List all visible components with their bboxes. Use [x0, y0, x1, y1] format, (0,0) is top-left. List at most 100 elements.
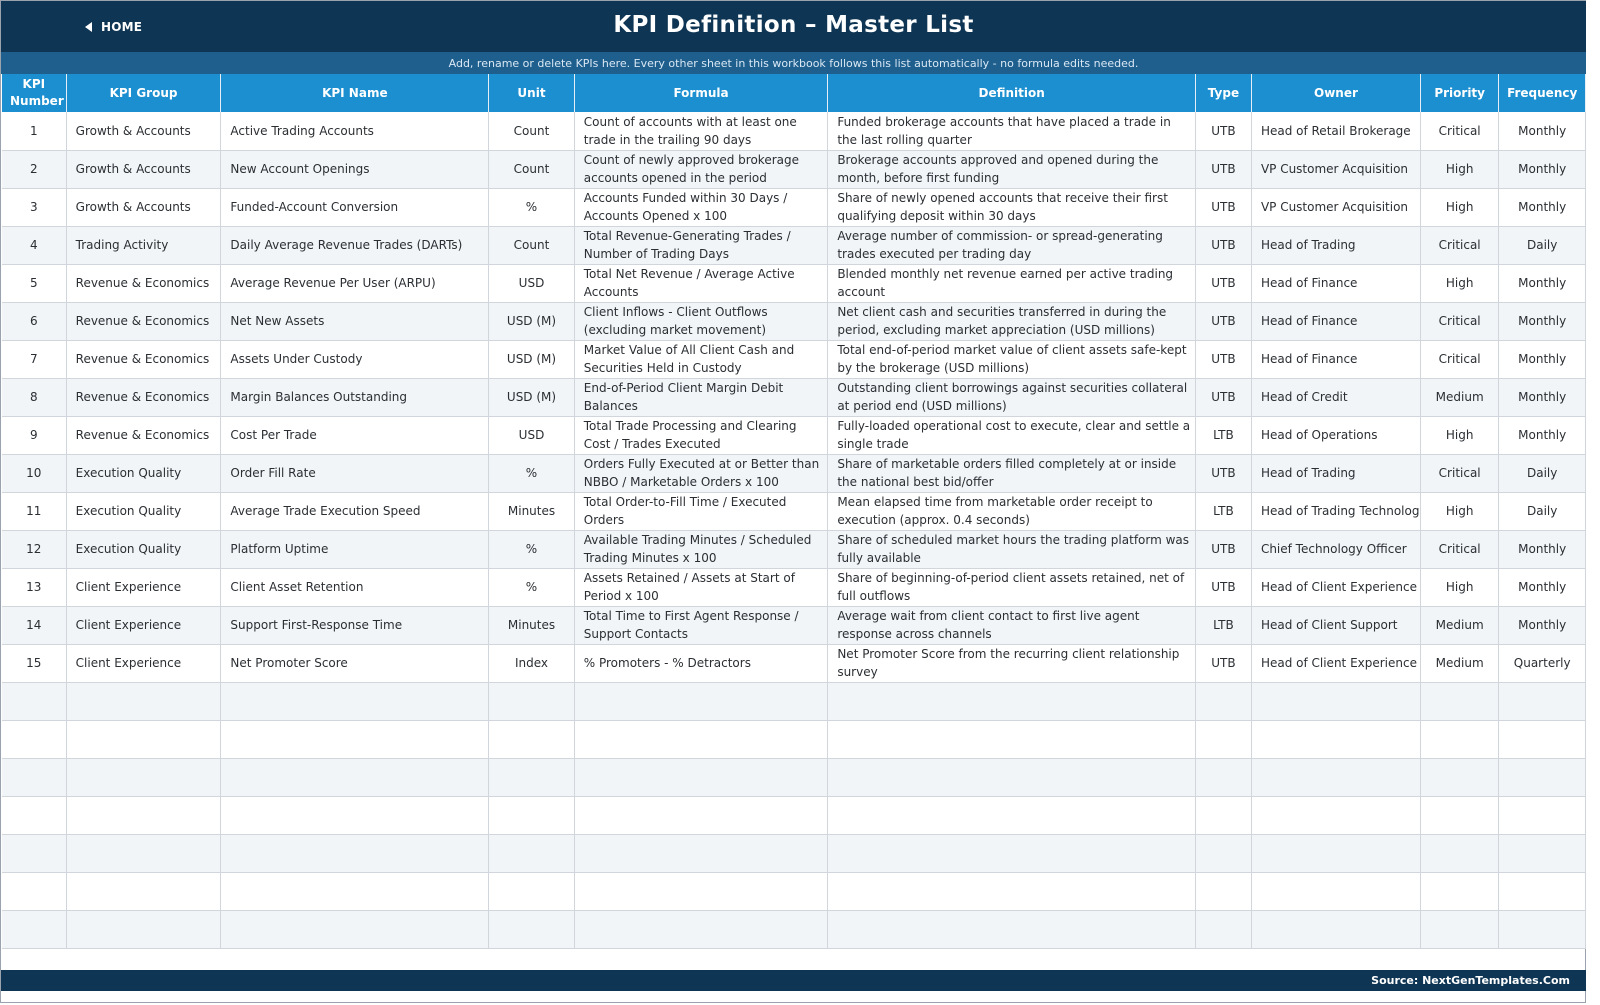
cell-kpi-group[interactable]: Growth & Accounts — [66, 188, 222, 227]
cell-kpi-name[interactable]: Client Asset Retention — [220, 568, 490, 607]
cell-owner[interactable]: Head of Client Experience — [1251, 568, 1421, 607]
cell-owner[interactable]: Head of Retail Brokerage — [1251, 112, 1421, 151]
cell-kpi-name[interactable]: Assets Under Custody — [220, 340, 490, 379]
header-kpi-number[interactable]: KPI Number — [2, 74, 67, 112]
empty-cell[interactable] — [1251, 720, 1421, 759]
empty-cell[interactable] — [574, 910, 829, 949]
cell-unit[interactable]: USD (M) — [488, 302, 575, 341]
empty-cell[interactable] — [574, 682, 829, 721]
cell-formula[interactable]: Available Trading Minutes / Scheduled Tr… — [574, 530, 829, 569]
cell-definition[interactable]: Blended monthly net revenue earned per a… — [827, 264, 1196, 303]
cell-kpi-number[interactable]: 10 — [2, 454, 67, 493]
empty-cell[interactable] — [488, 910, 575, 949]
cell-definition[interactable]: Net Promoter Score from the recurring cl… — [827, 644, 1196, 683]
empty-cell[interactable] — [1420, 720, 1500, 759]
empty-cell[interactable] — [66, 758, 222, 797]
cell-formula[interactable]: Client Inflows - Client Outflows (exclud… — [574, 302, 829, 341]
empty-cell[interactable] — [2, 910, 67, 949]
cell-formula[interactable]: Total Order-to-Fill Time / Executed Orde… — [574, 492, 829, 531]
cell-type[interactable]: UTB — [1195, 226, 1252, 265]
empty-cell[interactable] — [827, 796, 1196, 835]
empty-cell[interactable] — [220, 872, 490, 911]
cell-type[interactable]: UTB — [1195, 112, 1252, 151]
cell-owner[interactable]: Head of Credit — [1251, 378, 1421, 417]
cell-frequency[interactable]: Daily — [1498, 492, 1586, 531]
cell-kpi-name[interactable]: New Account Openings — [220, 150, 490, 189]
cell-kpi-name[interactable]: Daily Average Revenue Trades (DARTs) — [220, 226, 490, 265]
empty-cell[interactable] — [1195, 682, 1252, 721]
cell-kpi-number[interactable]: 3 — [2, 188, 67, 227]
cell-definition[interactable]: Share of scheduled market hours the trad… — [827, 530, 1196, 569]
empty-cell[interactable] — [488, 720, 575, 759]
header-kpi-group[interactable]: KPI Group — [66, 74, 222, 112]
cell-kpi-name[interactable]: Margin Balances Outstanding — [220, 378, 490, 417]
cell-owner[interactable]: Head of Trading Technology — [1251, 492, 1421, 531]
cell-kpi-group[interactable]: Revenue & Economics — [66, 416, 222, 455]
cell-unit[interactable]: Minutes — [488, 492, 575, 531]
cell-priority[interactable]: Critical — [1420, 112, 1500, 151]
cell-formula[interactable]: Total Revenue-Generating Trades / Number… — [574, 226, 829, 265]
cell-kpi-name[interactable]: Active Trading Accounts — [220, 112, 490, 151]
cell-frequency[interactable]: Monthly — [1498, 340, 1586, 379]
cell-owner[interactable]: Head of Finance — [1251, 302, 1421, 341]
cell-unit[interactable]: Count — [488, 150, 575, 189]
cell-kpi-number[interactable]: 11 — [2, 492, 67, 531]
cell-kpi-group[interactable]: Trading Activity — [66, 226, 222, 265]
cell-kpi-group[interactable]: Revenue & Economics — [66, 264, 222, 303]
empty-cell[interactable] — [220, 758, 490, 797]
cell-priority[interactable]: High — [1420, 150, 1500, 189]
cell-definition[interactable]: Funded brokerage accounts that have plac… — [827, 112, 1196, 151]
cell-type[interactable]: UTB — [1195, 530, 1252, 569]
cell-kpi-name[interactable]: Average Trade Execution Speed — [220, 492, 490, 531]
empty-cell[interactable] — [1420, 682, 1500, 721]
cell-unit[interactable]: Minutes — [488, 606, 575, 645]
header-frequency[interactable]: Frequency — [1498, 74, 1586, 112]
empty-cell[interactable] — [574, 758, 829, 797]
cell-frequency[interactable]: Monthly — [1498, 416, 1586, 455]
cell-kpi-number[interactable]: 15 — [2, 644, 67, 683]
empty-cell[interactable] — [1251, 834, 1421, 873]
empty-cell[interactable] — [827, 758, 1196, 797]
empty-cell[interactable] — [2, 834, 67, 873]
empty-cell[interactable] — [220, 910, 490, 949]
empty-cell[interactable] — [1498, 758, 1586, 797]
cell-frequency[interactable]: Daily — [1498, 454, 1586, 493]
cell-unit[interactable]: USD (M) — [488, 340, 575, 379]
cell-priority[interactable]: Critical — [1420, 530, 1500, 569]
cell-formula[interactable]: End-of-Period Client Margin Debit Balanc… — [574, 378, 829, 417]
cell-unit[interactable]: % — [488, 188, 575, 227]
cell-unit[interactable]: USD (M) — [488, 378, 575, 417]
cell-priority[interactable]: Critical — [1420, 454, 1500, 493]
cell-type[interactable]: UTB — [1195, 378, 1252, 417]
empty-cell[interactable] — [488, 796, 575, 835]
empty-cell[interactable] — [827, 682, 1196, 721]
cell-frequency[interactable]: Monthly — [1498, 264, 1586, 303]
empty-cell[interactable] — [1195, 720, 1252, 759]
empty-cell[interactable] — [2, 758, 67, 797]
empty-cell[interactable] — [220, 720, 490, 759]
empty-cell[interactable] — [574, 834, 829, 873]
cell-frequency[interactable]: Daily — [1498, 226, 1586, 265]
cell-definition[interactable]: Share of newly opened accounts that rece… — [827, 188, 1196, 227]
empty-cell[interactable] — [574, 720, 829, 759]
cell-type[interactable]: UTB — [1195, 302, 1252, 341]
cell-kpi-number[interactable]: 5 — [2, 264, 67, 303]
cell-unit[interactable]: % — [488, 530, 575, 569]
cell-kpi-group[interactable]: Revenue & Economics — [66, 340, 222, 379]
empty-cell[interactable] — [1420, 910, 1500, 949]
cell-unit[interactable]: % — [488, 568, 575, 607]
empty-cell[interactable] — [2, 682, 67, 721]
header-unit[interactable]: Unit — [488, 74, 575, 112]
empty-cell[interactable] — [1498, 910, 1586, 949]
cell-type[interactable]: UTB — [1195, 340, 1252, 379]
cell-definition[interactable]: Share of marketable orders filled comple… — [827, 454, 1196, 493]
empty-cell[interactable] — [1498, 796, 1586, 835]
cell-kpi-group[interactable]: Client Experience — [66, 644, 222, 683]
cell-definition[interactable]: Total end-of-period market value of clie… — [827, 340, 1196, 379]
empty-cell[interactable] — [827, 910, 1196, 949]
cell-kpi-name[interactable]: Funded-Account Conversion — [220, 188, 490, 227]
cell-definition[interactable]: Brokerage accounts approved and opened d… — [827, 150, 1196, 189]
cell-kpi-number[interactable]: 13 — [2, 568, 67, 607]
cell-priority[interactable]: High — [1420, 568, 1500, 607]
cell-frequency[interactable]: Monthly — [1498, 188, 1586, 227]
